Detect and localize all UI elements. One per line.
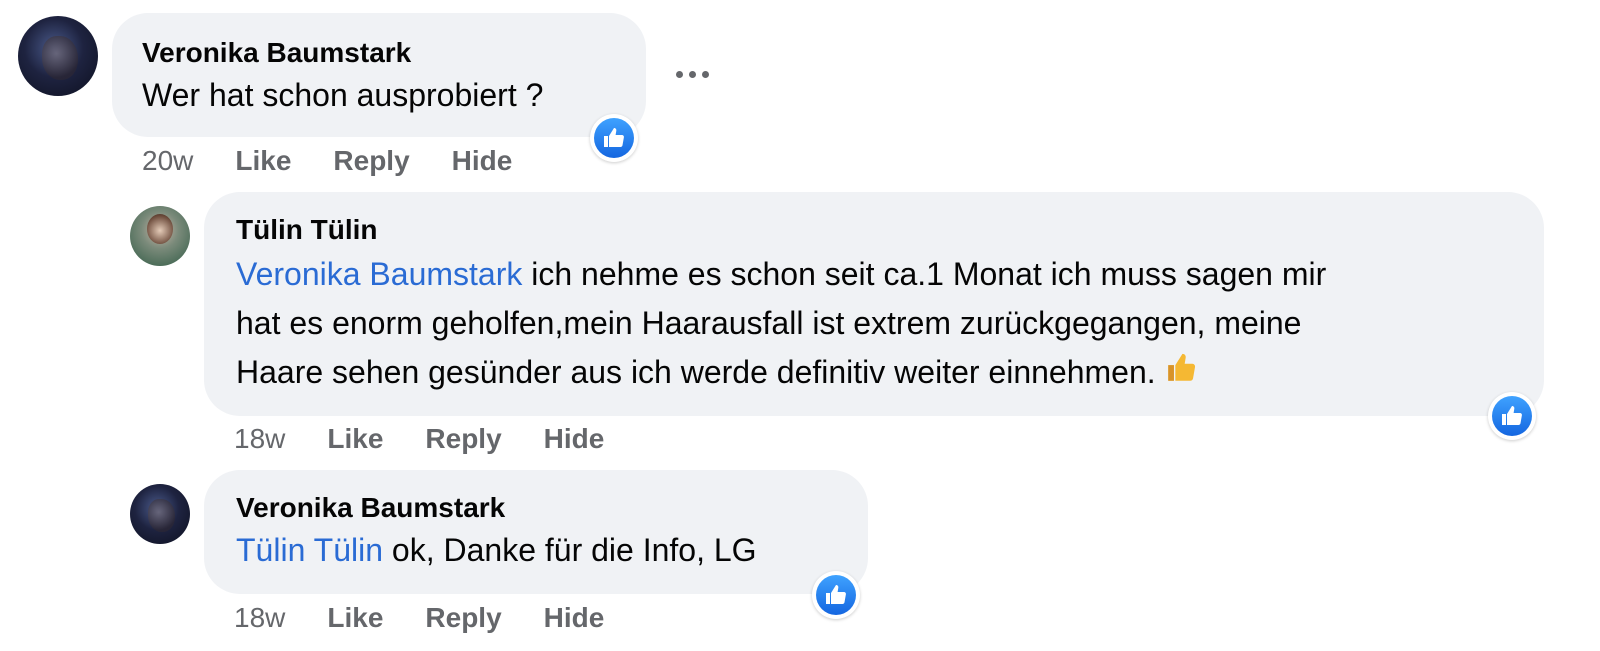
thumbs-up-emoji	[1164, 350, 1198, 399]
like-reaction-badge[interactable]	[812, 571, 860, 619]
like-reaction-icon	[1492, 396, 1532, 436]
comment-text: Wer hat schon ausprobiert ?	[142, 77, 544, 113]
like-button[interactable]: Like	[327, 423, 383, 455]
comment-meta: 18w Like Reply Hide	[234, 423, 646, 455]
comment-meta: 18w Like Reply Hide	[234, 602, 646, 634]
comment-text-line: Haare sehen gesünder aus ich werde defin…	[236, 354, 1156, 390]
comment-text-line: ich nehme es schon seit ca.1 Monat ich m…	[522, 256, 1327, 292]
avatar[interactable]	[18, 16, 98, 96]
like-reaction-icon	[816, 575, 856, 615]
comment-text-line: ok, Danke für die Info, LG	[383, 532, 757, 568]
like-button[interactable]: Like	[235, 145, 291, 177]
comment-bubble: Veronika Baumstark Wer hat schon ausprob…	[112, 13, 646, 137]
hide-button[interactable]: Hide	[544, 423, 605, 455]
comment-meta: 20w Like Reply Hide	[142, 145, 554, 177]
comment-author[interactable]: Veronika Baumstark	[236, 492, 505, 524]
comment-timestamp[interactable]: 20w	[142, 145, 193, 177]
comment-author[interactable]: Tülin Tülin	[236, 214, 378, 246]
reply-button[interactable]: Reply	[425, 423, 501, 455]
reply-button[interactable]: Reply	[425, 602, 501, 634]
like-reaction-badge[interactable]	[590, 114, 638, 162]
avatar[interactable]	[130, 484, 190, 544]
hide-button[interactable]: Hide	[544, 602, 605, 634]
more-options-icon[interactable]	[676, 71, 709, 78]
mention-link[interactable]: Veronika Baumstark	[236, 256, 522, 292]
like-reaction-badge[interactable]	[1488, 392, 1536, 440]
mention-link[interactable]: Tülin Tülin	[236, 532, 383, 568]
comment-bubble: Tülin Tülin Veronika Baumstark ich nehme…	[204, 192, 1544, 416]
avatar[interactable]	[130, 206, 190, 266]
like-button[interactable]: Like	[327, 602, 383, 634]
hide-button[interactable]: Hide	[452, 145, 513, 177]
comment-timestamp[interactable]: 18w	[234, 602, 285, 634]
comment-bubble: Veronika Baumstark Tülin Tülin ok, Danke…	[204, 470, 868, 594]
comment-text: Veronika Baumstark ich nehme es schon se…	[236, 250, 1326, 399]
like-reaction-icon	[594, 118, 634, 158]
comment-text-line: hat es enorm geholfen,mein Haarausfall i…	[236, 305, 1302, 341]
comment-text: Tülin Tülin ok, Danke für die Info, LG	[236, 526, 757, 575]
comment-author[interactable]: Veronika Baumstark	[142, 37, 411, 69]
reply-button[interactable]: Reply	[333, 145, 409, 177]
comment-timestamp[interactable]: 18w	[234, 423, 285, 455]
